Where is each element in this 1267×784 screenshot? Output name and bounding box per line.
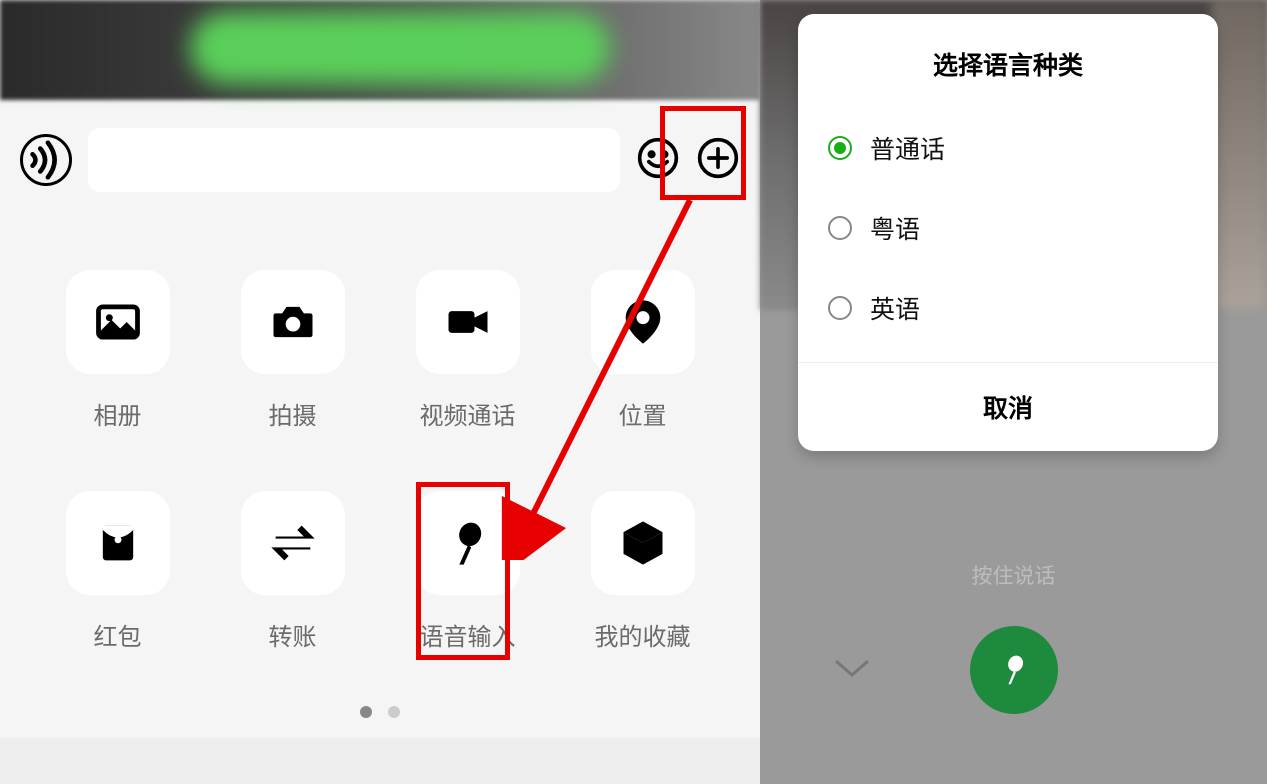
language-modal: 选择语言种类 普通话 粤语 英语 取消 <box>798 14 1218 451</box>
tool-capture[interactable]: 拍摄 <box>241 270 345 431</box>
emoji-icon[interactable] <box>636 136 680 185</box>
lang-label: 普通话 <box>870 130 945 166</box>
attachment-tools: 相册 拍摄 视频通话 位置 <box>0 220 760 672</box>
tool-label: 视频通话 <box>420 396 516 431</box>
chevron-down-icon[interactable] <box>830 653 874 686</box>
voice-mode-icon[interactable] <box>20 134 72 186</box>
cancel-button[interactable]: 取消 <box>798 362 1218 451</box>
lang-label: 粤语 <box>870 210 920 246</box>
language-list: 普通话 粤语 英语 <box>798 108 1218 348</box>
message-input[interactable] <box>88 128 620 192</box>
tool-red-packet[interactable]: 红包 <box>66 491 170 652</box>
lang-option-english[interactable]: 英语 <box>828 268 1188 348</box>
cube-icon <box>591 491 695 595</box>
tool-transfer[interactable]: 转账 <box>241 491 345 652</box>
tool-label: 红包 <box>94 617 142 652</box>
tool-video-call[interactable]: 视频通话 <box>416 270 520 431</box>
radio-selected-icon <box>828 136 852 160</box>
dot-active <box>360 706 372 718</box>
image-icon <box>66 270 170 374</box>
tool-voice-input[interactable]: 语音输入 <box>416 491 520 652</box>
microphone-icon <box>416 491 520 595</box>
dot <box>388 706 400 718</box>
tool-label: 转账 <box>269 617 317 652</box>
hold-to-talk-label: 按住说话 <box>760 560 1267 590</box>
page-indicator <box>0 672 760 738</box>
envelope-icon <box>66 491 170 595</box>
message-bubble <box>190 12 610 84</box>
lang-option-cantonese[interactable]: 粤语 <box>828 188 1188 268</box>
location-icon <box>591 270 695 374</box>
modal-title: 选择语言种类 <box>798 14 1218 108</box>
tool-location[interactable]: 位置 <box>591 270 695 431</box>
chat-header <box>0 0 760 100</box>
transfer-icon <box>241 491 345 595</box>
radio-icon <box>828 216 852 240</box>
lang-option-mandarin[interactable]: 普通话 <box>828 108 1188 188</box>
lang-label: 英语 <box>870 290 920 326</box>
record-button[interactable] <box>970 626 1058 714</box>
microphone-icon <box>995 651 1033 689</box>
tool-favorites[interactable]: 我的收藏 <box>591 491 695 652</box>
tool-label: 语音输入 <box>420 617 516 652</box>
plus-icon[interactable] <box>696 136 740 185</box>
radio-icon <box>828 296 852 320</box>
tool-label: 位置 <box>619 396 667 431</box>
camera-icon <box>241 270 345 374</box>
chat-input-bar <box>0 100 760 220</box>
video-icon <box>416 270 520 374</box>
tool-label: 相册 <box>94 396 142 431</box>
language-select-screen: 选择语言种类 普通话 粤语 英语 取消 按住说话 <box>760 0 1267 784</box>
chat-tools-panel: 相册 拍摄 视频通话 位置 <box>0 0 760 784</box>
tool-album[interactable]: 相册 <box>66 270 170 431</box>
tool-label: 我的收藏 <box>595 617 691 652</box>
tool-label: 拍摄 <box>269 396 317 431</box>
